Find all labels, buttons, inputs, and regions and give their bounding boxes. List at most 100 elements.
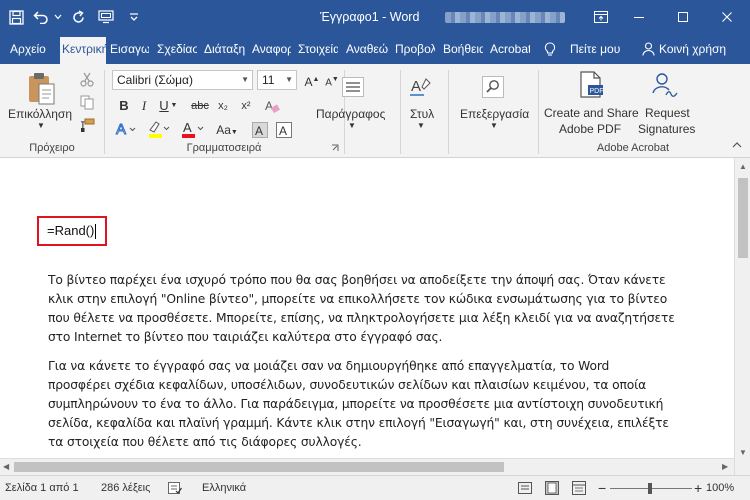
- minimize-icon[interactable]: [616, 0, 662, 34]
- document-paragraph-2[interactable]: Για να κάνετε το έγγραφό σας να μοιάζει …: [48, 357, 688, 452]
- font-size-combobox[interactable]: 11 ▼: [257, 70, 297, 90]
- change-case-icon[interactable]: Aa▼: [214, 120, 240, 140]
- paste-icon[interactable]: [24, 70, 58, 108]
- vertical-scroll-thumb[interactable]: [738, 178, 748, 258]
- character-shading-icon[interactable]: A: [250, 120, 270, 140]
- tab-insert[interactable]: Εισαγωγή: [110, 34, 149, 64]
- superscript-button[interactable]: x²: [236, 96, 256, 116]
- strikethrough-button[interactable]: abc: [187, 96, 213, 116]
- proofing-icon[interactable]: [168, 476, 182, 500]
- create-share-pdf-line2[interactable]: Adobe PDF: [559, 122, 621, 136]
- paragraph-line: που θέλετε να προσθέσετε. Μπορείτε, επίσ…: [48, 311, 675, 325]
- request-signatures-line1[interactable]: Request: [645, 106, 690, 120]
- language-indicator[interactable]: Ελληνικά: [202, 476, 246, 500]
- tab-references[interactable]: Αναφορές: [252, 34, 291, 64]
- scroll-left-icon[interactable]: ◀: [3, 462, 9, 471]
- request-signatures-line2[interactable]: Signatures: [638, 122, 695, 136]
- document-paragraph-1[interactable]: Το βίντεο παρέχει ένα ισχυρό τρόπο που θ…: [48, 271, 688, 347]
- formula-text: =Rand(): [47, 223, 95, 238]
- font-group-label: Γραμματοσειρά: [186, 142, 262, 154]
- focus-mode-icon[interactable]: [518, 476, 532, 500]
- svg-text:PDF: PDF: [590, 88, 604, 95]
- lightbulb-icon[interactable]: [542, 41, 558, 57]
- horizontal-scroll-thumb[interactable]: [14, 462, 504, 472]
- vertical-scrollbar[interactable]: ▲ ▼: [734, 158, 750, 475]
- clear-formatting-icon[interactable]: A: [262, 96, 282, 116]
- horizontal-scrollbar[interactable]: ◀ ▶: [0, 458, 734, 475]
- chevron-down-icon[interactable]: ▼: [241, 71, 249, 89]
- maximize-icon[interactable]: [660, 0, 706, 34]
- tell-me-search[interactable]: Πείτε μου: [570, 34, 630, 64]
- paste-dropdown-icon[interactable]: ▼: [37, 121, 45, 130]
- styles-button-label[interactable]: Στυλ: [410, 107, 434, 121]
- undo-icon[interactable]: [30, 0, 52, 34]
- bold-button[interactable]: B: [114, 96, 134, 116]
- document-title: Έγγραφο1 - Word: [320, 10, 420, 24]
- tab-review[interactable]: Αναθεώρηση: [346, 34, 388, 64]
- cut-icon[interactable]: [78, 70, 96, 88]
- text-effects-icon[interactable]: A: [114, 118, 138, 140]
- editing-button-label[interactable]: Επεξεργασία: [460, 107, 529, 121]
- underline-dropdown-icon[interactable]: ▼: [169, 96, 179, 116]
- page-count[interactable]: Σελίδα 1 από 1: [5, 476, 79, 500]
- tab-design[interactable]: Σχεδίαση: [157, 34, 197, 64]
- zoom-out-button[interactable]: −: [598, 476, 606, 500]
- web-layout-icon[interactable]: [572, 476, 586, 500]
- scroll-up-icon[interactable]: ▲: [739, 162, 747, 171]
- highlight-color-icon[interactable]: [146, 118, 172, 140]
- chevron-down-icon[interactable]: ▼: [348, 121, 356, 130]
- word-count[interactable]: 286 λέξεις: [101, 476, 150, 500]
- touch-mode-icon[interactable]: [92, 0, 120, 34]
- share-person-icon[interactable]: [640, 41, 656, 57]
- print-layout-icon[interactable]: [545, 476, 559, 500]
- customize-qat-icon[interactable]: [120, 0, 148, 34]
- zoom-level[interactable]: 100%: [706, 476, 734, 500]
- share-button[interactable]: Κοινή χρήση: [659, 34, 741, 64]
- paragraph-line: Το βίντεο παρέχει ένα ισχυρό τρόπο που θ…: [48, 273, 666, 287]
- save-icon[interactable]: [2, 0, 30, 34]
- request-signatures-icon[interactable]: [650, 70, 680, 100]
- rand-formula-text[interactable]: =Rand(): [37, 216, 107, 246]
- tab-file[interactable]: Αρχείο: [10, 34, 50, 64]
- zoom-slider-thumb[interactable]: [648, 483, 652, 494]
- font-dialog-launcher-icon[interactable]: [330, 143, 340, 153]
- repeat-icon[interactable]: [64, 0, 92, 34]
- tab-layout[interactable]: Διάταξη: [204, 34, 245, 64]
- zoom-in-button[interactable]: +: [694, 476, 702, 500]
- tab-mailings[interactable]: Στοιχεία: [298, 34, 338, 64]
- enclose-character-icon[interactable]: A: [274, 120, 294, 140]
- font-name-combobox[interactable]: Calibri (Σώμα) ▼: [112, 70, 253, 90]
- paragraph-line: σελίδα, κεφαλίδα και πλαϊνή γραμμή. Κάντ…: [48, 416, 669, 430]
- paragraph-icon[interactable]: [338, 74, 368, 100]
- collapse-ribbon-icon[interactable]: [732, 140, 742, 151]
- styles-icon[interactable]: A: [404, 72, 436, 102]
- tab-home[interactable]: Κεντρική: [60, 37, 106, 64]
- tab-help[interactable]: Βοήθεια: [443, 34, 483, 64]
- account-name-redacted[interactable]: [445, 12, 565, 23]
- chevron-down-icon[interactable]: ▼: [285, 71, 293, 89]
- paragraph-button-label[interactable]: Παράγραφος: [316, 107, 385, 121]
- paste-button-label[interactable]: Επικόλληση: [8, 107, 72, 121]
- search-icon[interactable]: [478, 72, 508, 102]
- close-icon[interactable]: [704, 0, 750, 34]
- tab-acrobat[interactable]: Acrobat: [490, 34, 530, 64]
- tab-view[interactable]: Προβολή: [395, 34, 435, 64]
- chevron-down-icon[interactable]: ▼: [417, 121, 425, 130]
- copy-icon[interactable]: [78, 93, 96, 111]
- subscript-button[interactable]: x₂: [213, 96, 233, 116]
- chevron-down-icon[interactable]: ▼: [490, 121, 498, 130]
- scroll-down-icon[interactable]: ▼: [739, 448, 747, 457]
- create-share-pdf-line1[interactable]: Create and Share: [544, 106, 639, 120]
- font-size-value: 11: [262, 73, 275, 87]
- paragraph-line: τα στοιχεία που θέλετε από τις διάφορες …: [48, 435, 362, 449]
- create-pdf-icon[interactable]: PDF: [576, 70, 606, 100]
- format-painter-icon[interactable]: [78, 116, 96, 134]
- text-cursor: [95, 224, 97, 240]
- scroll-right-icon[interactable]: ▶: [722, 462, 728, 471]
- paragraph-line: στο Internet το βίντεο που ταιριάζει καλ…: [48, 330, 443, 344]
- italic-button[interactable]: I: [134, 96, 154, 116]
- grow-font-icon[interactable]: A▲: [302, 70, 322, 90]
- font-color-icon[interactable]: A: [180, 118, 206, 140]
- undo-dropdown-icon[interactable]: [52, 0, 64, 34]
- svg-text:A: A: [279, 124, 287, 138]
